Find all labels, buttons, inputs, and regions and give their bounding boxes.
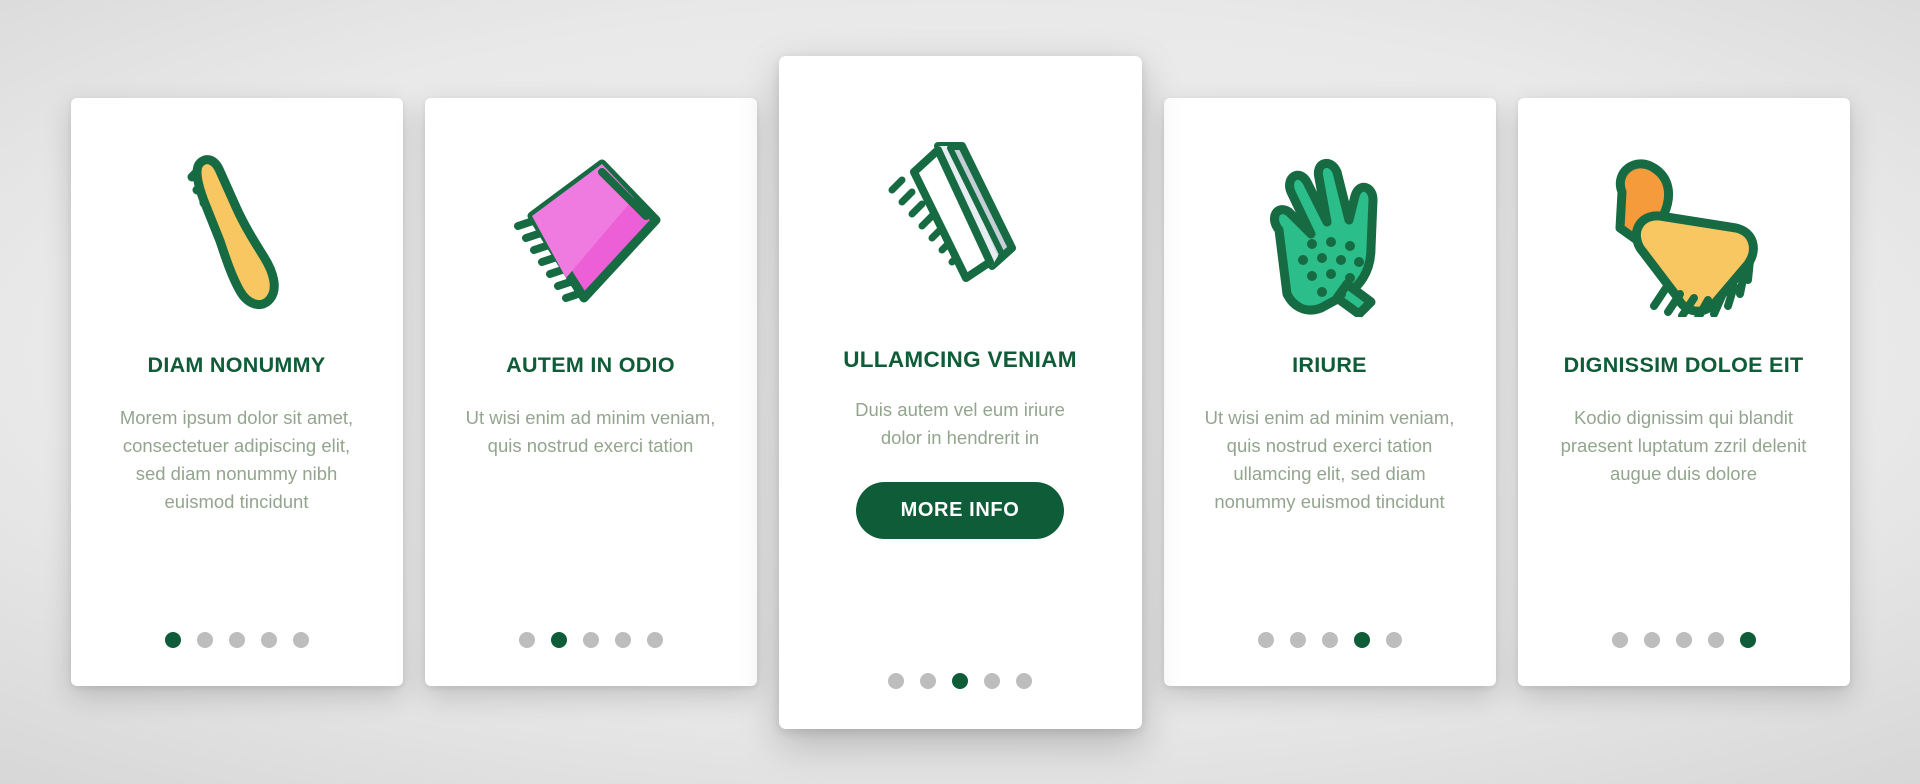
onboarding-card-2[interactable]: AUTEM IN ODIO Ut wisi enim ad minim veni… [424,98,757,686]
card-title: ULLAMCING VENIAM [843,346,1077,372]
onboarding-screens-stage: DIAM NONUMMY Morem ipsum dolor sit amet,… [0,0,1920,784]
pagination-dot[interactable] [1016,672,1032,689]
pagination-dot[interactable] [228,632,245,648]
card-title: AUTEM IN ODIO [506,353,675,377]
slicker-brush-icon [71,98,403,348]
onboarding-card-3-featured[interactable]: ULLAMCING VENIAM Duis autem vel eum iriu… [778,55,1142,729]
metal-comb-icon [779,56,1142,346]
card-description: Ut wisi enim ad minim veniam, quis nostr… [465,406,716,456]
pagination-dot[interactable] [1321,632,1338,648]
pagination-dot[interactable] [1611,632,1628,648]
card-title: IRIURE [1292,353,1367,377]
pagination-dot[interactable] [1707,632,1724,648]
pagination-dot[interactable] [952,672,968,689]
card-carousel: DIAM NONUMMY Morem ipsum dolor sit amet,… [0,0,1920,784]
pagination-dots [1518,632,1850,648]
pagination-dot[interactable] [984,672,1000,689]
pagination-dot[interactable] [260,632,277,648]
pagination-dot[interactable] [1353,632,1370,648]
onboarding-card-1[interactable]: DIAM NONUMMY Morem ipsum dolor sit amet,… [70,98,403,686]
pagination-dot[interactable] [1257,632,1274,648]
card-title: DIGNISSIM DOLOE EIT [1563,353,1804,377]
pagination-dot[interactable] [646,632,663,648]
pagination-dots [779,672,1142,689]
pagination-dot[interactable] [582,632,599,648]
pagination-dot[interactable] [196,632,213,648]
onboarding-card-5[interactable]: DIGNISSIM DOLOE EIT Kodio dignissim qui … [1517,98,1850,686]
pagination-dot[interactable] [550,632,567,648]
pagination-dot[interactable] [920,672,936,689]
pagination-dot[interactable] [1739,632,1756,648]
more-info-button[interactable]: MORE INFO [856,482,1064,540]
pagination-dot[interactable] [164,632,181,648]
rake-brush-icon [1518,98,1850,348]
pagination-dot[interactable] [1675,632,1692,648]
pagination-dot[interactable] [292,632,309,648]
pagination-dot[interactable] [1289,632,1306,648]
grooming-glove-icon [1164,98,1496,348]
pagination-dot[interactable] [614,632,631,648]
pagination-dots [1164,632,1496,648]
card-description: Morem ipsum dolor sit amet, consectetuer… [119,406,354,512]
pagination-dot[interactable] [1385,632,1402,648]
pagination-dot[interactable] [888,672,904,689]
card-title: DIAM NONUMMY [147,353,326,377]
pink-comb-icon [425,98,757,348]
pagination-dot[interactable] [1643,632,1660,648]
onboarding-card-4[interactable]: IRIURE Ut wisi enim ad minim veniam, qui… [1163,98,1496,686]
pagination-dots [71,632,403,648]
card-description: Ut wisi enim ad minim veniam, quis nostr… [1204,406,1455,512]
pagination-dots [425,632,757,648]
pagination-dot[interactable] [518,632,535,648]
card-description: Duis autem vel eum iriure dolor in hendr… [855,399,1065,449]
card-description: Kodio dignissim qui blandit praesent lup… [1560,406,1807,484]
